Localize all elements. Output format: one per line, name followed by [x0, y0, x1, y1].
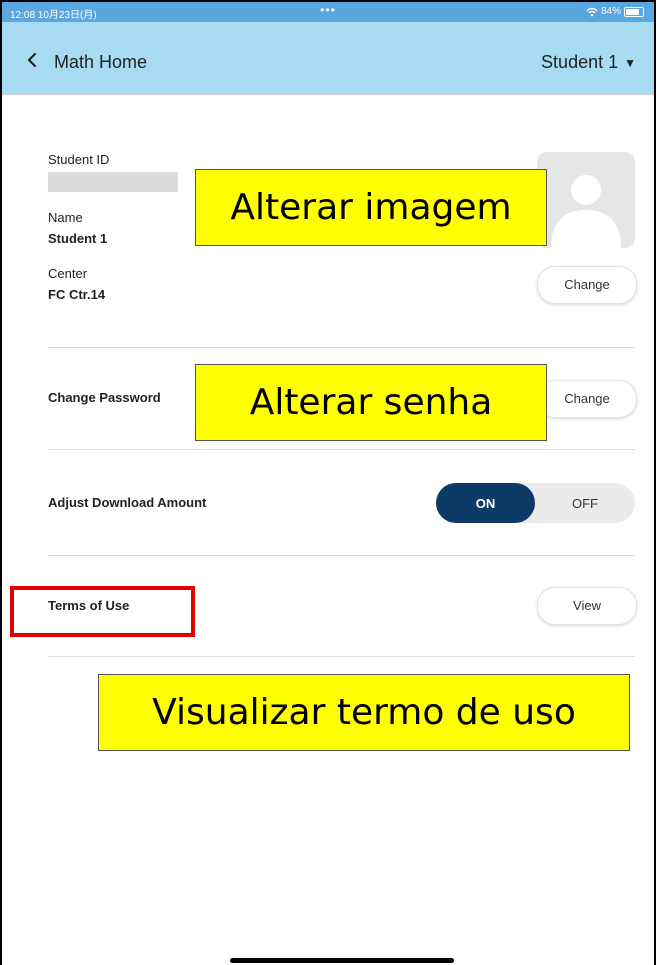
user-avatar-icon	[551, 175, 621, 248]
status-right: 84%	[586, 6, 644, 17]
highlight-box	[10, 586, 195, 637]
student-switcher-label: Student 1	[541, 52, 619, 72]
center-change-button[interactable]: Change	[537, 266, 637, 304]
battery-percent: 84%	[600, 6, 621, 17]
student-switcher[interactable]: Student 1 ▼	[541, 52, 636, 73]
divider	[48, 347, 635, 348]
battery-level	[626, 8, 639, 15]
divider	[48, 656, 635, 657]
student-id-label: Student ID	[48, 152, 110, 167]
toggle-off-option[interactable]: OFF	[535, 483, 635, 523]
back-title[interactable]: Math Home	[54, 52, 147, 73]
battery-icon	[624, 6, 644, 17]
status-time: 12:08 10月23日(月)	[10, 10, 97, 21]
password-change-button[interactable]: Change	[537, 380, 637, 418]
divider	[48, 555, 635, 556]
change-password-label: Change Password	[48, 390, 161, 405]
download-toggle[interactable]: ON OFF	[436, 483, 635, 523]
center-value: FC Ctr.14	[48, 287, 106, 302]
status-bar: 12:08 10月23日(月) ••• 84%	[2, 2, 654, 22]
name-label: Name	[48, 210, 83, 225]
wifi-icon	[586, 7, 598, 16]
navigation-bar: Math Home Student 1 ▼	[2, 22, 654, 95]
divider	[48, 449, 635, 450]
terms-view-button[interactable]: View	[537, 587, 637, 625]
callout-change-password: Alterar senha	[195, 364, 547, 441]
download-amount-label: Adjust Download Amount	[48, 495, 207, 510]
student-id-masked	[48, 172, 178, 192]
caret-down-icon: ▼	[624, 55, 636, 70]
name-value: Student 1	[48, 231, 108, 246]
home-indicator[interactable]	[230, 958, 454, 963]
toggle-on-option[interactable]: ON	[436, 483, 535, 523]
callout-change-image: Alterar imagem	[195, 169, 547, 246]
center-label: Center	[48, 266, 88, 281]
multitask-dots[interactable]: •••	[320, 3, 336, 17]
chevron-left-icon[interactable]	[22, 50, 50, 70]
callout-view-terms: Visualizar termo de uso	[98, 674, 630, 751]
profile-image[interactable]	[537, 152, 635, 248]
